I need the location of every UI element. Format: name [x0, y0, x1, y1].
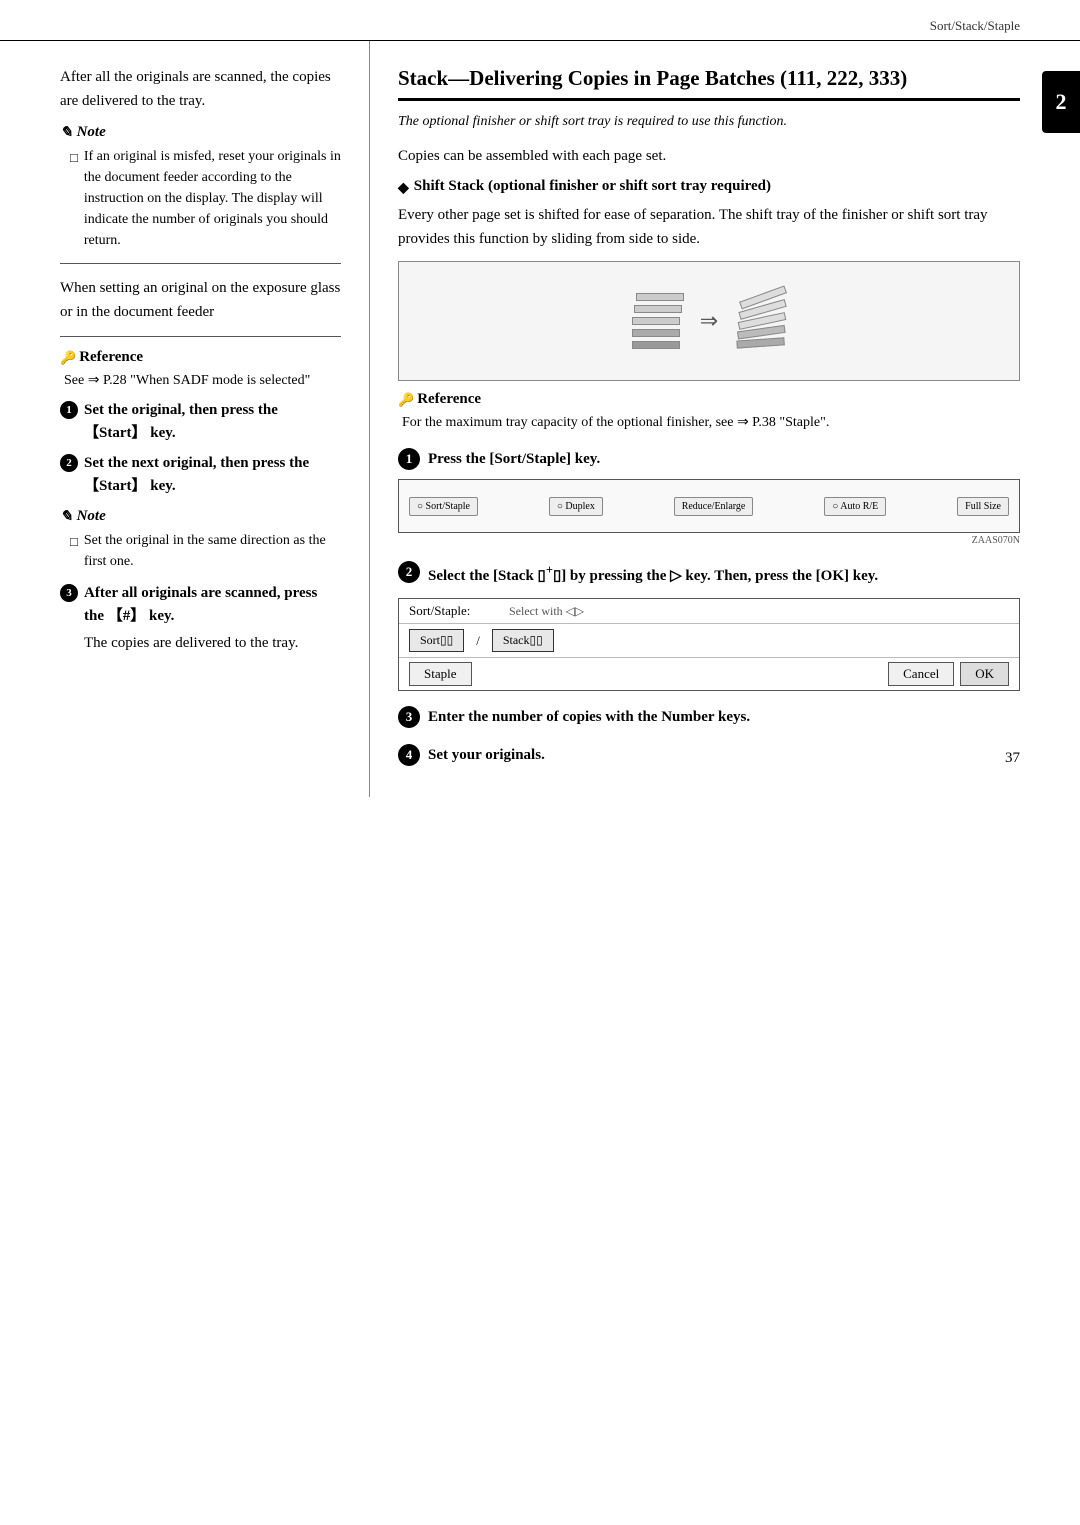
diamond-body: Every other page set is shifted for ease…	[398, 203, 1020, 251]
dialog-select-hint: Select with ◁▷	[509, 604, 584, 619]
left-step-1: 1 Set the original, then press the 【Star…	[60, 399, 341, 444]
note-section-1: Note If an original is misfed, reset you…	[60, 123, 341, 251]
note-item-2: Set the original in the same direction a…	[70, 530, 341, 572]
dialog-slash: /	[476, 633, 480, 649]
left-intro-text: After all the originals are scanned, the…	[60, 65, 341, 113]
right-step-4: 4 Set your originals.	[398, 743, 1020, 767]
body-text-1: Copies can be assembled with each page s…	[398, 144, 1020, 168]
step-circle-3: 3	[60, 584, 78, 602]
num-circle-2: 2	[398, 561, 420, 583]
right-step3-text: Enter the number of copies with the Numb…	[428, 705, 750, 729]
step1-label: Set the original, then press the 【Start】…	[84, 399, 341, 444]
right-step-1: 1 Press the [Sort/Staple] key.	[398, 447, 1020, 471]
right-step4-text: Set your originals.	[428, 743, 545, 767]
sort-staple-dialog: Sort/Staple: Select with ◁▷ Sort▯▯ / Sta…	[398, 598, 1020, 691]
dialog-sort-staple-label: Sort/Staple:	[409, 603, 509, 619]
control-panel-image: ○ Sort/Staple ○ Duplex Reduce/Enlarge ○ …	[398, 479, 1020, 533]
right-step1-text: Press the [Sort/Staple] key.	[428, 447, 600, 471]
reference-label-1: Reference	[60, 349, 341, 366]
reference-section-1: Reference See ⇒ P.28 "When SADF mode is …	[60, 349, 341, 391]
left-column: After all the originals are scanned, the…	[0, 41, 370, 797]
right-step2-text: Select the [Stack ▯+▯] by pressing the ▷…	[428, 560, 878, 588]
step3-body: The copies are delivered to the tray.	[84, 631, 341, 655]
num-circle-4: 4	[398, 744, 420, 766]
num-circle-1: 1	[398, 448, 420, 470]
dialog-header-row: Sort/Staple: Select with ◁▷	[399, 599, 1019, 624]
note-section-2: Note Set the original in the same direct…	[60, 507, 341, 572]
note-label-1: Note	[60, 123, 341, 142]
setting-heading: When setting an original on the exposure…	[60, 276, 341, 324]
left-step-2: 2 Set the next original, then press the …	[60, 452, 341, 497]
panel-caption: ZAAS070N	[398, 535, 1020, 546]
right-step-2: 2 Select the [Stack ▯+▯] by pressing the…	[398, 560, 1020, 588]
panel-btn-sort: ○ Sort/Staple	[409, 497, 478, 516]
step3-label: After all originals are scanned, press t…	[84, 582, 341, 627]
paper-3	[632, 317, 680, 325]
dialog-buttons-row: Staple Cancel OK	[399, 658, 1019, 690]
staple-button[interactable]: Staple	[409, 662, 472, 686]
step2-label: Set the next original, then press the 【S…	[84, 452, 341, 497]
stack-papers-left	[632, 293, 680, 349]
page-number: 37	[1005, 750, 1020, 767]
chapter-tab: 2	[1042, 71, 1080, 133]
paper-1	[636, 293, 684, 301]
num-circle-3: 3	[398, 706, 420, 728]
reference-text-1: See ⇒ P.28 "When SADF mode is selected"	[64, 370, 341, 391]
panel-btn-duplex: ○ Duplex	[549, 497, 603, 516]
sort-box: Sort▯▯	[409, 629, 464, 652]
panel-btn-auto: ○ Auto R/E	[824, 497, 886, 516]
paper-2	[634, 305, 682, 313]
diamond-heading: Shift Stack (optional finisher or shift …	[398, 178, 1020, 197]
page-layout: After all the originals are scanned, the…	[0, 41, 1080, 797]
page-header: Sort/Stack/Staple	[0, 0, 1080, 41]
paper-4	[632, 329, 680, 337]
note-item-1: If an original is misfed, reset your ori…	[70, 146, 341, 251]
arrow-right-icon: ⇒	[700, 308, 718, 334]
cancel-button[interactable]: Cancel	[888, 662, 954, 686]
divider-2	[60, 336, 341, 337]
stack-inner: ⇒	[399, 262, 1019, 380]
stack-box: Stack▯▯	[492, 629, 554, 652]
ok-button[interactable]: OK	[960, 662, 1009, 686]
panel-btn-full: Full Size	[957, 497, 1009, 516]
reference-label-2: Reference	[398, 391, 1020, 408]
divider-1	[60, 263, 341, 264]
section-title: Stack—Delivering Copies in Page Batches …	[398, 65, 1020, 101]
italic-note: The optional finisher or shift sort tray…	[398, 111, 1020, 132]
paper-r5	[737, 338, 785, 349]
left-step-3: 3 After all originals are scanned, press…	[60, 582, 341, 627]
right-step-3: 3 Enter the number of copies with the Nu…	[398, 705, 1020, 729]
dialog-sort-row: Sort▯▯ / Stack▯▯	[399, 624, 1019, 658]
step-circle-1: 1	[60, 401, 78, 419]
header-title: Sort/Stack/Staple	[930, 18, 1020, 34]
reference-section-2: Reference For the maximum tray capacity …	[398, 391, 1020, 433]
stack-illustration: ⇒	[398, 261, 1020, 381]
reference-body-1: For the maximum tray capacity of the opt…	[402, 412, 1020, 433]
paper-5	[632, 341, 680, 349]
right-column: 2 Stack—Delivering Copies in Page Batche…	[370, 41, 1080, 797]
step-circle-2: 2	[60, 454, 78, 472]
note-label-2: Note	[60, 507, 341, 526]
stack-papers-right	[733, 291, 791, 352]
panel-btn-reduce: Reduce/Enlarge	[674, 497, 754, 516]
